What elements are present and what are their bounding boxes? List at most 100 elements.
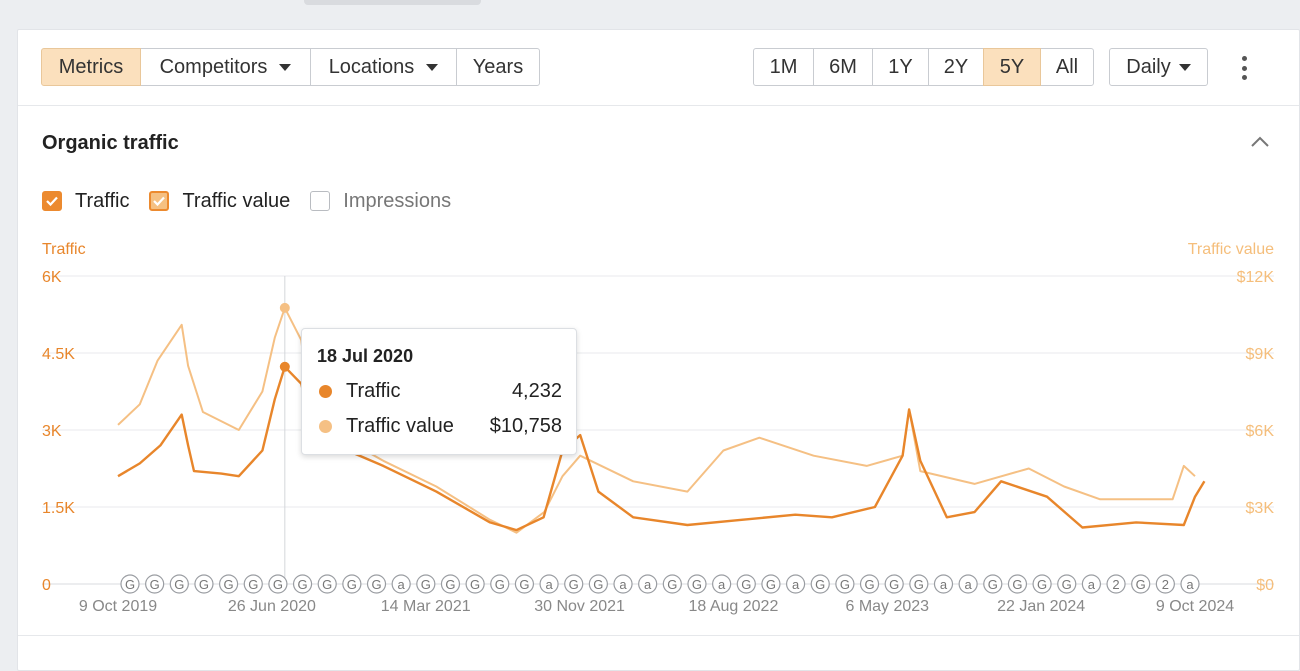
x-tick-label: 6 May 2023: [845, 598, 929, 615]
google-update-marker-icon[interactable]: G: [243, 574, 263, 594]
right-tick-label: $3K: [1246, 500, 1275, 517]
google-update-marker-icon[interactable]: G: [366, 574, 387, 594]
google-update-marker-icon[interactable]: G: [145, 574, 165, 594]
ahrefs-update-marker-icon[interactable]: a: [785, 574, 806, 594]
check-icon: [46, 196, 58, 207]
range-5y-button[interactable]: 5Y: [983, 48, 1041, 86]
left-tick-label: 4.5K: [42, 346, 75, 363]
google-update-marker-icon[interactable]: G: [687, 574, 707, 594]
range-button-label: 6M: [829, 55, 857, 78]
google-update-marker-icon[interactable]: G: [490, 574, 510, 594]
svg-text:G: G: [150, 577, 160, 592]
ahrefs-update-marker-icon[interactable]: a: [933, 574, 954, 594]
svg-text:a: a: [398, 577, 406, 592]
top-tab-stub: [304, 0, 481, 5]
toolbar-button-label: Competitors: [159, 55, 268, 78]
organic-traffic-card: Metrics Competitors Locations Years 1M 6M 1Y 2…: [17, 29, 1300, 671]
range-1y-button[interactable]: 1Y: [872, 48, 929, 86]
google-update-marker-icon[interactable]: G: [317, 574, 337, 594]
range-button-label: 5Y: [999, 55, 1025, 78]
svg-text:G: G: [889, 577, 899, 592]
svg-text:G: G: [988, 577, 998, 592]
google-update-marker-icon[interactable]: G: [884, 574, 904, 594]
google-update-marker-icon[interactable]: G: [120, 574, 140, 594]
range-2y-button[interactable]: 2Y: [928, 48, 984, 86]
kebab-vertical-icon[interactable]: [1237, 56, 1251, 80]
grouped-marker-icon[interactable]: 2: [1106, 574, 1126, 594]
range-button-label: All: [1055, 55, 1079, 78]
metrics-button-group: Metrics Competitors Locations Years: [41, 48, 540, 86]
google-update-marker-icon[interactable]: G: [342, 574, 362, 594]
google-update-marker-icon[interactable]: G: [169, 574, 189, 594]
svg-text:G: G: [445, 577, 455, 592]
google-update-marker-icon[interactable]: G: [736, 574, 756, 594]
toolbar-metrics-button[interactable]: Metrics: [41, 48, 141, 86]
google-update-marker-icon[interactable]: G: [859, 574, 880, 594]
svg-text:G: G: [347, 577, 357, 592]
ahrefs-update-marker-icon[interactable]: a: [1180, 574, 1200, 594]
ahrefs-update-marker-icon[interactable]: a: [539, 574, 559, 594]
svg-text:a: a: [644, 577, 652, 592]
toolbar-button-label: Metrics: [58, 55, 124, 78]
svg-text:a: a: [940, 577, 948, 592]
ahrefs-update-marker-icon[interactable]: a: [613, 574, 633, 594]
impressions-checkbox[interactable]: [310, 191, 331, 211]
google-update-marker-icon[interactable]: G: [292, 574, 313, 594]
organic-traffic-chart[interactable]: 0 $01.5K $3K3K $6K4.5K $9K6K $12K9 Oct 2019 26…: [18, 260, 1299, 630]
google-update-marker-icon[interactable]: G: [465, 574, 485, 594]
grouped-marker-icon[interactable]: 2: [1155, 574, 1175, 594]
ahrefs-update-marker-icon[interactable]: a: [712, 574, 732, 594]
left-tick-label: 0: [42, 577, 51, 594]
tooltip-row-value: $10,758: [489, 414, 562, 437]
toolbar-years-button[interactable]: Years: [456, 48, 540, 86]
svg-text:G: G: [421, 577, 431, 592]
google-update-marker-icon[interactable]: G: [440, 574, 461, 594]
google-update-marker-icon[interactable]: G: [662, 574, 682, 594]
google-update-marker-icon[interactable]: G: [268, 574, 288, 594]
svg-text:G: G: [1037, 577, 1047, 592]
toolbar-competitors-button[interactable]: Competitors: [140, 48, 311, 86]
google-update-marker-icon[interactable]: G: [564, 574, 584, 594]
google-update-marker-icon[interactable]: G: [835, 574, 855, 594]
google-update-marker-icon[interactable]: G: [1131, 574, 1151, 594]
traffic-checkbox[interactable]: [42, 191, 62, 211]
svg-text:G: G: [840, 577, 850, 592]
svg-text:G: G: [692, 577, 702, 592]
google-update-marker-icon[interactable]: G: [1057, 574, 1077, 594]
range-1m-button[interactable]: 1M: [753, 48, 814, 86]
traffic-value-checkbox[interactable]: [149, 191, 170, 211]
google-update-marker-icon[interactable]: G: [1007, 574, 1028, 594]
impressions-checkbox-label[interactable]: Impressions: [343, 190, 451, 213]
chevron-up-icon[interactable]: [1250, 134, 1270, 148]
google-update-marker-icon[interactable]: G: [1032, 574, 1052, 594]
svg-text:a: a: [619, 577, 627, 592]
svg-text:a: a: [965, 577, 973, 592]
google-update-marker-icon[interactable]: G: [810, 574, 830, 594]
google-update-marker-icon[interactable]: G: [761, 574, 781, 594]
ahrefs-update-marker-icon[interactable]: a: [958, 574, 978, 594]
ahrefs-update-marker-icon[interactable]: a: [638, 574, 658, 594]
google-update-marker-icon[interactable]: G: [219, 574, 239, 594]
google-update-marker-icon[interactable]: G: [588, 574, 608, 594]
traffic-checkbox-label[interactable]: Traffic: [75, 190, 129, 213]
google-update-marker-icon[interactable]: G: [909, 574, 929, 594]
toolbar-locations-button[interactable]: Locations: [310, 48, 457, 86]
ahrefs-update-marker-icon[interactable]: a: [391, 574, 411, 594]
google-update-marker-icon[interactable]: G: [983, 574, 1003, 594]
tooltip-date: 18 Jul 2020: [317, 346, 414, 366]
chevron-down-icon: [279, 63, 292, 71]
svg-text:G: G: [1136, 577, 1146, 592]
range-button-label: 2Y: [943, 55, 969, 78]
range-6m-button[interactable]: 6M: [813, 48, 873, 86]
google-update-marker-icon[interactable]: G: [194, 574, 214, 594]
svg-text:G: G: [224, 577, 234, 592]
svg-text:G: G: [1012, 577, 1022, 592]
range-all-button[interactable]: All: [1040, 48, 1094, 86]
ahrefs-update-marker-icon[interactable]: a: [1081, 574, 1101, 594]
interval-dropdown[interactable]: Daily: [1109, 48, 1208, 86]
svg-text:a: a: [1186, 577, 1194, 592]
google-update-marker-icon[interactable]: G: [416, 574, 436, 594]
google-update-marker-icon[interactable]: G: [514, 574, 535, 594]
x-tick-label: 9 Oct 2024: [1156, 598, 1234, 615]
traffic-value-checkbox-label[interactable]: Traffic value: [182, 190, 290, 213]
